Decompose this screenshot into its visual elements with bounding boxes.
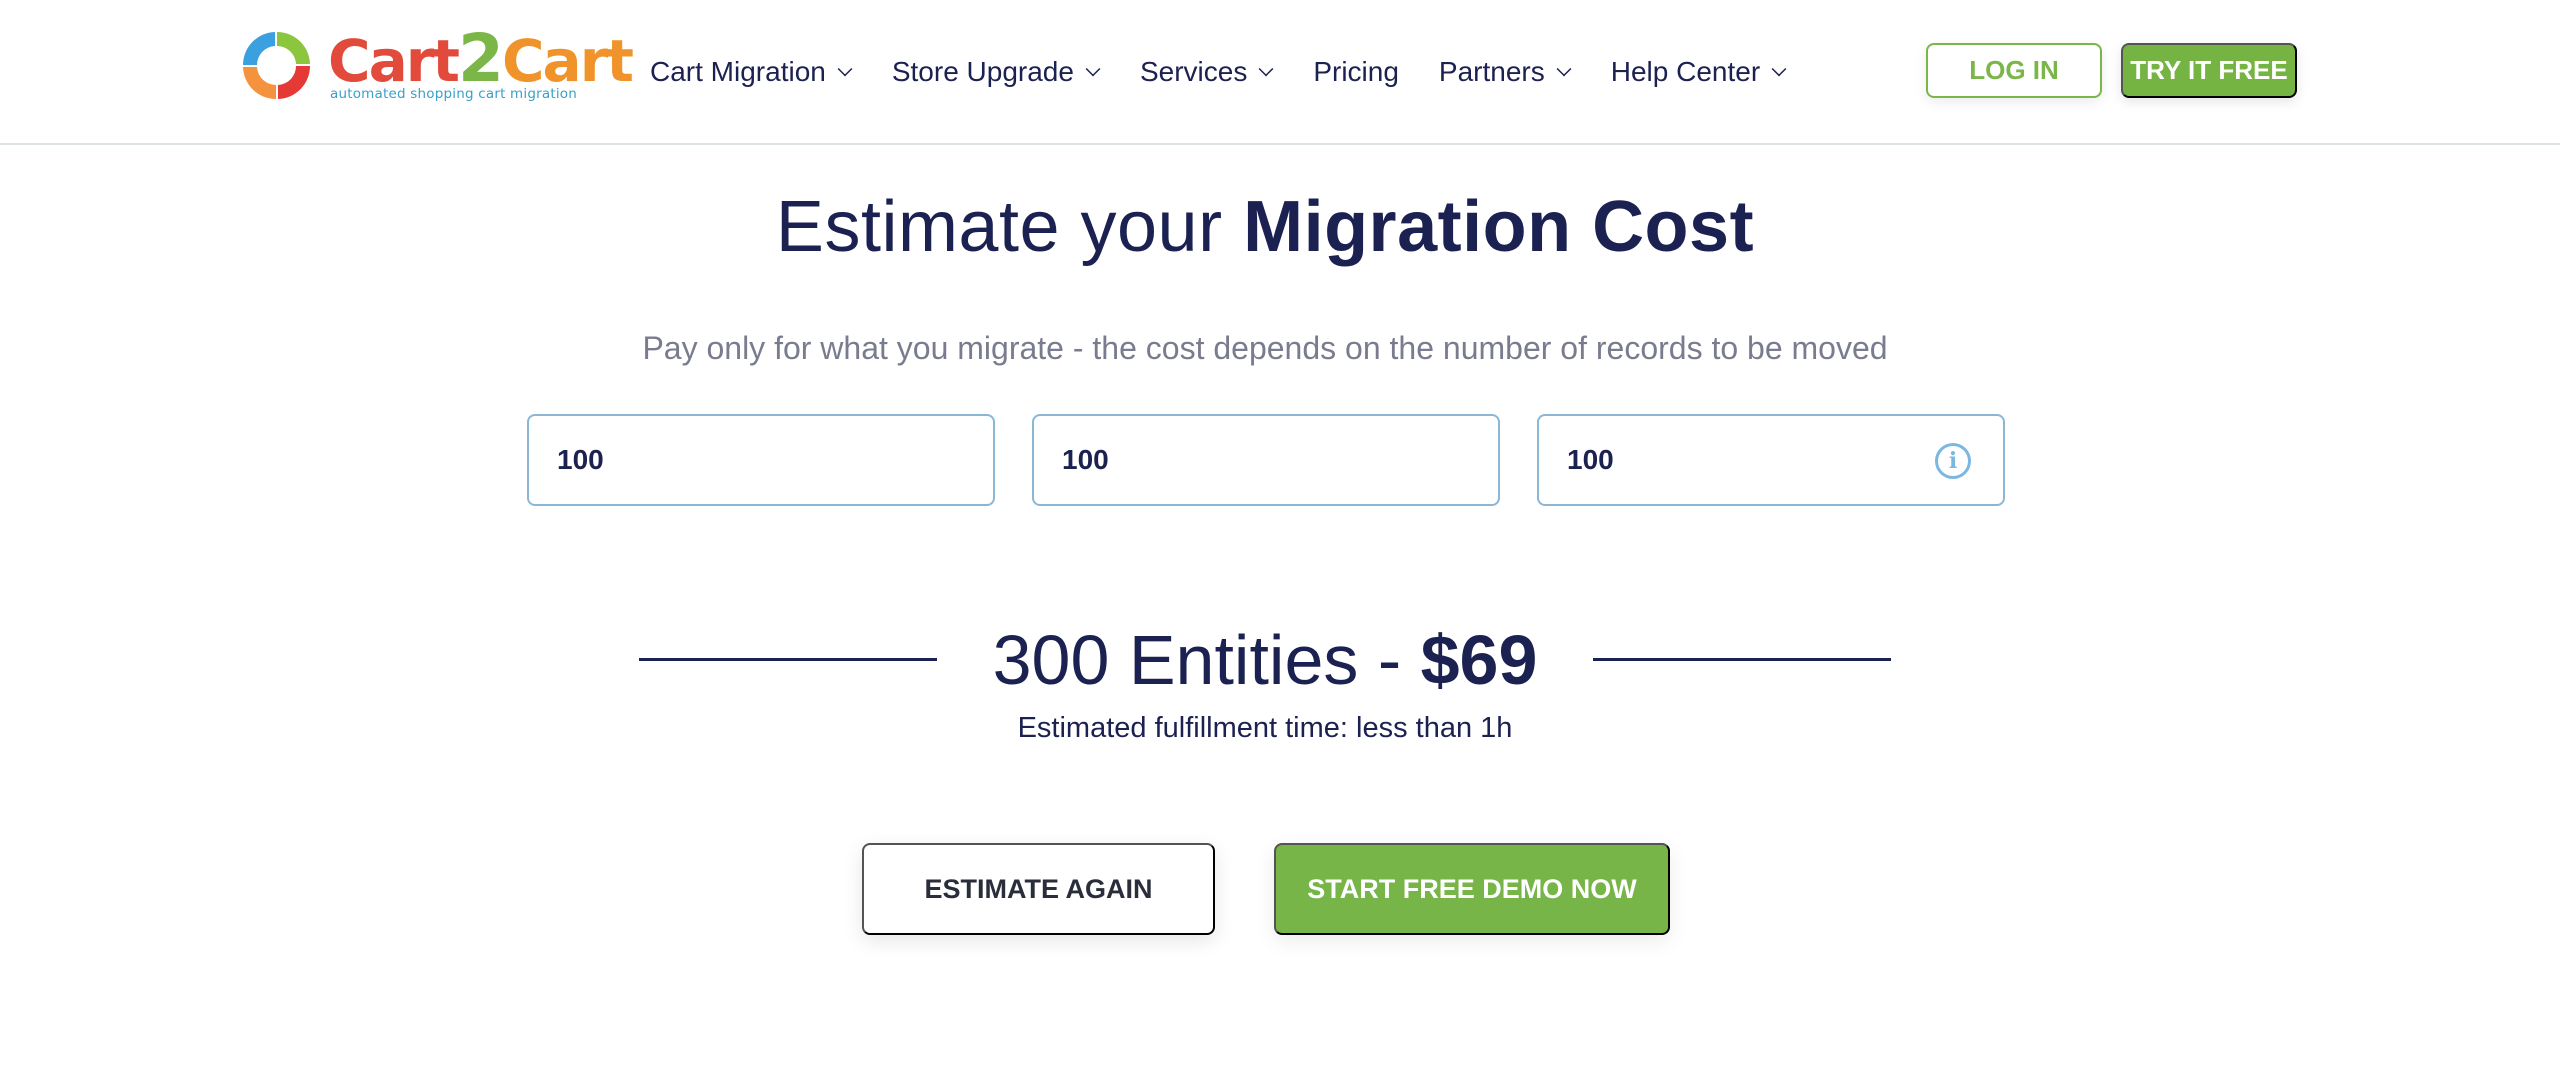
page-title: Estimate your Migration Cost xyxy=(0,186,2530,268)
nav-help-center[interactable]: Help Center xyxy=(1610,56,1787,88)
title-bold: Migration Cost xyxy=(1243,187,1755,267)
estimate-again-button[interactable]: ESTIMATE AGAIN xyxy=(862,843,1215,935)
chevron-down-icon xyxy=(1258,61,1274,77)
nav-label: Store Upgrade xyxy=(891,56,1074,87)
info-icon[interactable]: i xyxy=(1935,443,1971,479)
nav-label: Partners xyxy=(1438,56,1545,87)
entity-field-2 xyxy=(1032,414,1500,506)
page-subtitle: Pay only for what you migrate - the cost… xyxy=(642,330,1888,366)
fulfillment-time: Estimated fulfillment time: less than 1h xyxy=(1017,712,1513,744)
result-entities: 300 Entities - xyxy=(992,620,1421,699)
entity-count-input-2[interactable] xyxy=(1034,416,1498,504)
entity-inputs: i xyxy=(527,414,2042,506)
nav-label: Help Center xyxy=(1610,56,1761,87)
site-header: Cart2Cart automated shopping cart migrat… xyxy=(0,0,2560,145)
chevron-down-icon xyxy=(1556,61,1572,77)
chevron-down-icon xyxy=(837,61,853,77)
divider-right xyxy=(1593,658,1892,661)
title-light: Estimate your xyxy=(775,187,1244,267)
nav-partners[interactable]: Partners xyxy=(1438,56,1572,88)
nav-label: Cart Migration xyxy=(650,56,826,87)
entity-count-input-1[interactable] xyxy=(529,416,993,504)
logo-swirl-icon xyxy=(243,31,310,100)
entity-field-1 xyxy=(527,414,995,506)
nav-store-upgrade[interactable]: Store Upgrade xyxy=(891,56,1101,88)
entity-field-3: i xyxy=(1537,414,2005,506)
nav-label: Pricing xyxy=(1313,56,1399,87)
estimate-result: 300 Entities - $69 xyxy=(0,612,2530,707)
result-summary: 300 Entities - $69 xyxy=(993,620,1538,700)
divider-left xyxy=(638,658,937,661)
chevron-down-icon xyxy=(1085,61,1101,77)
start-free-demo-button[interactable]: START FREE DEMO NOW xyxy=(1274,843,1670,935)
main-nav: Cart Migration Store Upgrade Services Pr… xyxy=(650,50,1826,94)
chevron-down-icon xyxy=(1771,61,1787,77)
nav-label: Services xyxy=(1139,56,1248,87)
logo-word-cart: Cart xyxy=(328,27,460,95)
try-it-free-button[interactable]: TRY IT FREE xyxy=(2121,43,2297,98)
entity-count-input-3[interactable] xyxy=(1539,416,2003,504)
login-button[interactable]: LOG IN xyxy=(1926,43,2102,98)
nav-pricing[interactable]: Pricing xyxy=(1313,56,1399,88)
result-price: $69 xyxy=(1420,620,1538,699)
nav-cart-migration[interactable]: Cart Migration xyxy=(650,56,853,88)
logo-word-cart2: Cart xyxy=(501,27,634,95)
cart2cart-logo[interactable]: Cart2Cart automated shopping cart migrat… xyxy=(236,24,634,108)
nav-services[interactable]: Services xyxy=(1139,56,1274,88)
logo-tagline: automated shopping cart migration xyxy=(330,86,578,102)
